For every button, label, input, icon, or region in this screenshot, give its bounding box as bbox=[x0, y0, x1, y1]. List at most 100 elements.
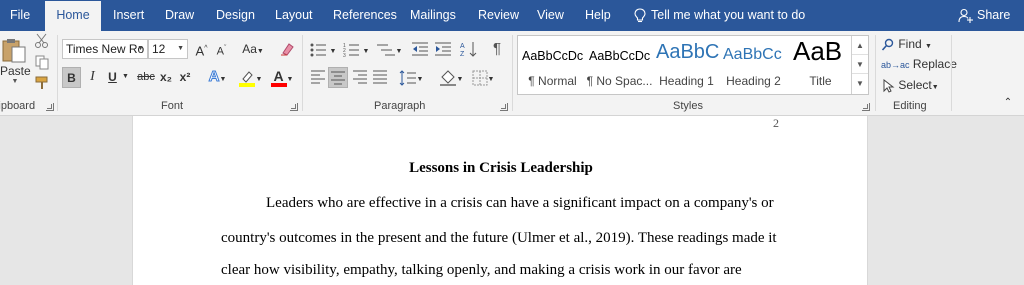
grow-font-icon: A bbox=[195, 43, 205, 59]
underline-dropdown-icon[interactable]: ▼ bbox=[121, 67, 130, 88]
strikethrough-button[interactable]: abc bbox=[135, 67, 157, 88]
find-label: Find bbox=[898, 37, 922, 51]
change-case-icon: Aa bbox=[242, 42, 257, 56]
tab-view[interactable]: View bbox=[537, 0, 564, 31]
tab-design[interactable]: Design bbox=[216, 0, 255, 31]
collapse-ribbon-icon[interactable]: ⌃ bbox=[1000, 95, 1016, 111]
chevron-down-icon: ▼ bbox=[137, 45, 144, 52]
shrink-font-button[interactable]: Aˇ bbox=[213, 39, 230, 59]
bold-button[interactable]: B bbox=[62, 67, 81, 88]
style-sample: AaBbCcDc bbox=[589, 49, 651, 63]
style-label: Heading 2 bbox=[726, 74, 781, 88]
svg-text:Z: Z bbox=[460, 51, 465, 57]
text-effects-button[interactable]: A▼ bbox=[205, 67, 230, 88]
sort-button[interactable]: AZ bbox=[459, 39, 481, 59]
select-label: Select bbox=[898, 78, 932, 92]
document-canvas: 2 Lessons in Crisis Leadership Leaders w… bbox=[0, 116, 1024, 285]
shrink-font-icon: A bbox=[216, 45, 224, 58]
shading-button[interactable]: ▼ bbox=[437, 67, 465, 88]
clear-formatting-button[interactable] bbox=[279, 39, 297, 59]
chevron-down-icon[interactable]: ▼ bbox=[852, 55, 868, 74]
paragraph-launcher-icon[interactable] bbox=[500, 103, 508, 111]
highlighter-icon bbox=[238, 71, 255, 87]
find-button[interactable]: Find ▼ bbox=[881, 34, 941, 52]
chevron-up-icon[interactable]: ▲ bbox=[852, 36, 868, 55]
document-line: clear how visibility, empathy, talking o… bbox=[221, 262, 742, 278]
document-page[interactable]: 2 Lessons in Crisis Leadership Leaders w… bbox=[132, 116, 868, 285]
decrease-indent-icon bbox=[412, 42, 428, 56]
tab-help[interactable]: Help bbox=[585, 0, 611, 31]
editing-group-label: Editing bbox=[893, 100, 927, 112]
font-name-combo[interactable]: Times New Ro ▼ bbox=[62, 39, 148, 59]
style-label: ¶ Normal bbox=[528, 74, 577, 88]
grow-font-button[interactable]: A^ bbox=[193, 39, 210, 59]
copy-icon bbox=[35, 55, 49, 70]
align-center-button[interactable] bbox=[328, 67, 348, 88]
styles-scrollbar: ▲ ▼ ▼ bbox=[851, 36, 868, 94]
tab-home[interactable]: Home bbox=[45, 1, 101, 31]
style-title[interactable]: AaB Title bbox=[787, 36, 854, 94]
style-no-spacing[interactable]: AaBbCcDc ¶ No Spac... bbox=[586, 36, 653, 94]
styles-launcher-icon[interactable] bbox=[862, 103, 870, 111]
tab-draw[interactable]: Draw bbox=[165, 0, 194, 31]
multilevel-list-button[interactable]: ▼ bbox=[374, 39, 404, 59]
style-normal[interactable]: AaBbCcDc ¶ Normal bbox=[519, 36, 586, 94]
style-label: Title bbox=[809, 74, 832, 88]
highlight-button[interactable]: ▼ bbox=[236, 67, 264, 88]
bullet-list-icon bbox=[310, 43, 326, 57]
justify-button[interactable] bbox=[370, 67, 389, 88]
change-case-button[interactable]: Aa▼ bbox=[238, 39, 268, 59]
cursor-icon bbox=[883, 78, 895, 93]
paste-label: Paste bbox=[0, 64, 31, 78]
select-button[interactable]: Select▼ bbox=[881, 75, 951, 93]
style-label: ¶ No Spac... bbox=[586, 74, 653, 88]
numbered-list-icon: 123 bbox=[343, 43, 359, 58]
document-line: country's outcomes in the present and th… bbox=[221, 230, 777, 246]
borders-button[interactable]: ▼ bbox=[469, 67, 497, 88]
tab-references[interactable]: References bbox=[333, 0, 397, 31]
underline-button[interactable]: U bbox=[105, 67, 120, 88]
replace-button[interactable]: ab→ac Replace bbox=[881, 54, 957, 72]
tab-mailings[interactable]: Mailings bbox=[410, 0, 456, 31]
italic-button[interactable]: I bbox=[84, 67, 101, 88]
tab-layout[interactable]: Layout bbox=[275, 0, 313, 31]
font-launcher-icon[interactable] bbox=[290, 103, 298, 111]
line-spacing-button[interactable]: ▼ bbox=[397, 67, 425, 88]
svg-text:A: A bbox=[460, 43, 465, 50]
numbering-button[interactable]: 123 ▼ bbox=[341, 39, 371, 59]
bullets-button[interactable]: ▼ bbox=[308, 39, 338, 59]
font-color-icon: A bbox=[270, 68, 287, 88]
paste-button[interactable]: Paste ▼ bbox=[0, 34, 31, 96]
superscript-button[interactable]: x² bbox=[177, 67, 193, 88]
style-sample: AaBbCc bbox=[723, 46, 782, 63]
decrease-indent-button[interactable] bbox=[410, 39, 430, 59]
style-label: Heading 1 bbox=[659, 74, 714, 88]
tab-file[interactable]: File bbox=[10, 0, 30, 31]
search-icon bbox=[881, 38, 894, 51]
style-heading-1[interactable]: AaBbC Heading 1 bbox=[653, 36, 720, 94]
group-divider bbox=[875, 35, 876, 111]
document-line: Leaders who are effective in a crisis ca… bbox=[266, 195, 774, 211]
tab-insert[interactable]: Insert bbox=[113, 0, 144, 31]
style-heading-2[interactable]: AaBbCc Heading 2 bbox=[720, 36, 787, 94]
tab-review[interactable]: Review bbox=[478, 0, 519, 31]
group-divider bbox=[302, 35, 303, 111]
format-painter-button[interactable] bbox=[34, 75, 52, 93]
font-size-combo[interactable]: 12 ▼ bbox=[148, 39, 188, 59]
ribbon-tab-bar: File Home Insert Draw Design Layout Refe… bbox=[0, 0, 1024, 31]
align-right-button[interactable] bbox=[350, 67, 369, 88]
copy-button[interactable] bbox=[34, 54, 52, 72]
style-sample: AaB bbox=[793, 36, 843, 66]
align-center-icon bbox=[331, 71, 345, 85]
align-left-button[interactable] bbox=[308, 67, 327, 88]
line-spacing-icon bbox=[399, 70, 416, 86]
subscript-button[interactable]: x₂ bbox=[158, 67, 174, 88]
more-styles-icon[interactable]: ▼ bbox=[852, 74, 868, 93]
cut-button[interactable] bbox=[34, 33, 52, 51]
show-formatting-button[interactable]: ¶ bbox=[487, 39, 507, 59]
font-color-button[interactable]: A ▼ bbox=[268, 67, 296, 88]
increase-indent-button[interactable] bbox=[433, 39, 453, 59]
font-name-value: Times New Ro bbox=[66, 42, 145, 56]
justify-icon bbox=[372, 70, 387, 84]
clipboard-launcher-icon[interactable] bbox=[46, 103, 54, 111]
